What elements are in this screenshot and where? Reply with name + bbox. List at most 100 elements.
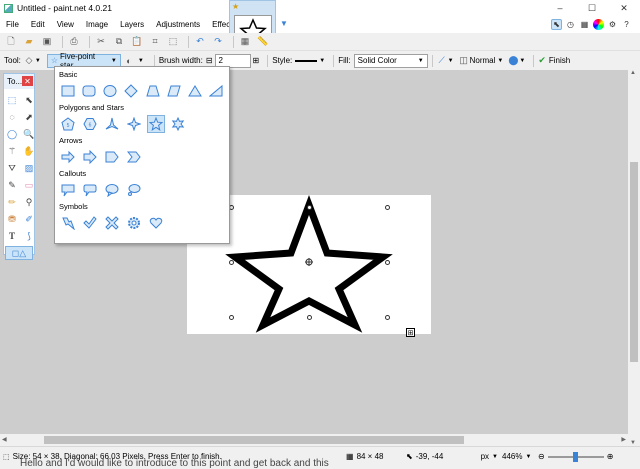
gear-shape-icon[interactable] [125,214,143,232]
pencil-tool-icon[interactable]: ✏ [5,195,19,209]
crop-icon[interactable]: ⌗ [148,35,162,49]
menu-edit[interactable]: Edit [25,16,51,33]
triangle-shape-icon[interactable] [187,82,204,100]
settings-icon[interactable]: ⚙ [607,19,618,30]
move-selection-tool-icon[interactable]: ⬈ [22,110,36,124]
unit-segment[interactable]: px ▼ [454,447,502,467]
colors-icon[interactable] [593,19,604,30]
ruler-icon[interactable]: 📏 [256,35,270,49]
copy-icon[interactable]: ⧉ [112,35,126,49]
paste-icon[interactable]: 📋 [130,35,144,49]
ellipse-shape-icon[interactable] [102,82,119,100]
rounded-rectangle-shape-icon[interactable] [80,82,97,100]
canvas-resize-grip-icon[interactable]: ⊞ [406,328,415,337]
shape-tool-icon[interactable]: ◇ [24,54,34,68]
ellipse-select-tool-icon[interactable]: ◯ [5,127,19,141]
move-selected-tool-icon[interactable]: ⬉ [22,93,36,107]
checkmark-shape-icon[interactable] [81,214,99,232]
undo-icon[interactable]: ↶ [193,35,207,49]
line-curve-tool-icon[interactable]: ⟆ [22,229,36,243]
menu-layers[interactable]: Layers [114,16,150,33]
cloud-callout-shape-icon[interactable] [125,181,143,199]
ellipse-callout-shape-icon[interactable] [103,181,121,199]
zoom-slider-track[interactable] [547,451,604,462]
selection-mode-icon[interactable]: ⬤ [508,54,518,68]
chevron-arrow-shape-icon[interactable] [81,148,99,166]
horizontal-scrollbar[interactable]: ◀ ▶ [0,434,628,446]
resize-handle[interactable] [385,260,390,265]
resize-handle[interactable] [307,315,312,320]
tool-dropdown-arrow-icon[interactable]: ▼ [35,58,41,64]
cut-icon[interactable]: ✂ [94,35,108,49]
zoom-slider-thumb[interactable] [572,451,578,462]
blend-mode-value[interactable]: Normal [470,56,496,65]
tools-window-icon[interactable]: ⬉ [551,19,562,30]
zoom-out-icon[interactable]: ⊖ [538,452,545,461]
menu-file[interactable]: File [0,16,25,33]
menu-adjustments[interactable]: Adjustments [150,16,206,33]
resize-handle[interactable] [385,315,390,320]
line-style-selector[interactable]: ▼ [295,58,325,64]
diamond-shape-icon[interactable] [123,82,140,100]
magic-wand-tool-icon[interactable]: ⚚ [5,144,19,158]
five-point-star-shape-icon[interactable] [147,114,165,133]
four-point-star-shape-icon[interactable] [125,115,143,133]
maximize-button[interactable]: ☐ [576,0,608,16]
selection-mode-arrow-icon[interactable]: ▼ [519,58,525,64]
zoom-in-icon[interactable]: ⊕ [607,452,614,461]
close-button[interactable]: ✕ [608,0,640,16]
tools-close-button[interactable]: ✕ [22,76,33,86]
right-triangle-shape-icon[interactable] [208,82,225,100]
blend-mode-arrow-icon[interactable]: ▼ [497,58,503,64]
rectangle-select-tool-icon[interactable]: ⬚ [5,93,19,107]
paint-bucket-tool-icon[interactable]: ⛛ [5,161,19,175]
vertical-scroll-thumb[interactable] [630,162,638,362]
pan-tool-icon[interactable]: ✋ [22,144,36,158]
trapezoid-shape-icon[interactable] [144,82,161,100]
rect-callout-shape-icon[interactable] [59,181,77,199]
deselect-icon[interactable]: ⬚ [166,35,180,49]
eraser-tool-icon[interactable]: ▭ [22,178,36,192]
hexagon-shape-icon[interactable]: 6 [81,115,99,133]
lightning-shape-icon[interactable] [59,214,77,232]
resize-handle[interactable] [229,315,234,320]
open-icon[interactable]: ▰ [22,35,36,49]
minimize-button[interactable]: – [544,0,576,16]
paintbrush-tool-icon[interactable]: ✎ [5,178,19,192]
six-point-star-shape-icon[interactable] [169,115,187,133]
scroll-right-icon[interactable]: ▶ [621,436,626,443]
zoom-segment[interactable]: 446% ▼ [502,447,538,467]
help-icon[interactable]: ? [621,19,632,30]
resize-handle[interactable] [229,260,234,265]
menu-view[interactable]: View [51,16,80,33]
draw-type-arrow-icon[interactable]: ▼ [138,58,144,64]
arrow-shape-icon[interactable] [59,148,77,166]
history-icon[interactable]: ◷ [565,19,576,30]
pentagon-arrow-shape-icon[interactable] [103,148,121,166]
scroll-left-icon[interactable]: ◀ [2,436,7,443]
color-picker-tool-icon[interactable]: ⚲ [22,195,36,209]
shapes-tool-icon[interactable]: ◻△ [5,246,33,260]
rounded-callout-shape-icon[interactable] [81,181,99,199]
resize-handle[interactable] [385,205,390,210]
chevron-shape-icon[interactable] [125,148,143,166]
resize-handle[interactable] [307,205,312,210]
grid-icon[interactable]: ▦ [238,35,252,49]
print-icon[interactable]: ⎙ [67,35,81,49]
clone-stamp-tool-icon[interactable]: ⛃ [5,212,19,226]
recolor-tool-icon[interactable]: ✐ [22,212,36,226]
heart-shape-icon[interactable] [147,214,165,232]
layers-icon[interactable]: ▦ [579,19,590,30]
save-icon[interactable]: ▣ [40,35,54,49]
new-icon[interactable]: 🗋 [4,35,18,49]
x-mark-shape-icon[interactable] [103,214,121,232]
rectangle-shape-icon[interactable] [59,82,76,100]
scroll-up-icon[interactable]: ▲ [630,70,636,76]
three-point-star-shape-icon[interactable] [103,115,121,133]
antialiasing-arrow-icon[interactable]: ▼ [448,58,454,64]
gradient-tool-icon[interactable]: ▨ [22,161,36,175]
menu-image[interactable]: Image [80,16,114,33]
lasso-select-tool-icon[interactable]: ◌ [5,110,19,124]
zoom-slider[interactable]: ⊖ ⊕ [538,447,628,467]
text-tool-icon[interactable]: T [5,229,19,243]
